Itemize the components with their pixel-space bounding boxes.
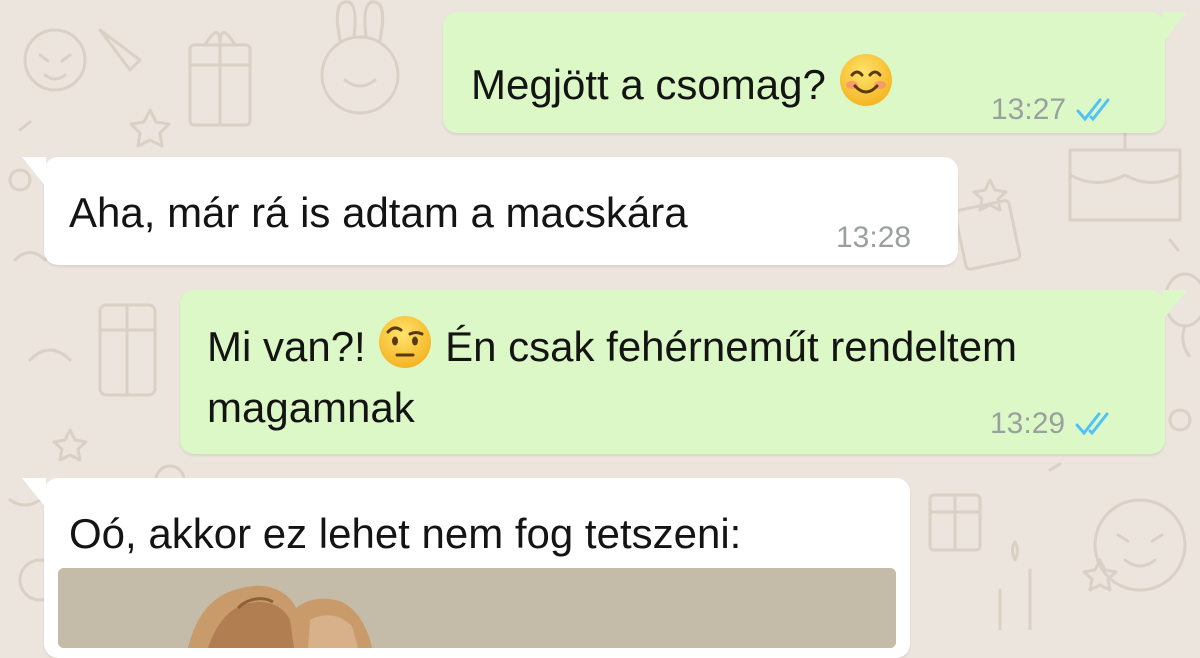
message-text-part: Mi van?! [207,323,366,370]
bubble-tail [1163,290,1187,320]
message-meta: 13:28 [836,212,911,264]
bubble-tail [1163,12,1187,42]
message-text: Aha, már rá is adtam a macskára [69,189,688,236]
double-check-read-icon [1075,411,1115,437]
message-meta: 13:29 [990,398,1115,450]
message-time: 13:29 [990,407,1066,440]
message-text-content: Megjött a csomag? [471,61,826,108]
message-text: Oó, akkor ez lehet nem fog tetszeni: [69,510,742,557]
photo-attachment[interactable] [58,568,896,648]
double-check-read-icon [1076,97,1116,123]
message-time: 13:27 [991,93,1067,126]
outgoing-message[interactable]: Mi van?! Én csak fehérneműt rendeltem ma… [180,290,1187,454]
raised-eyebrow-face-emoji-icon [377,314,433,382]
smiling-face-emoji-icon [838,52,894,120]
incoming-message[interactable]: Aha, már rá is adtam a macskára 13:28 [22,157,958,265]
outgoing-message[interactable]: Megjött a csomag? 13:27 [443,12,1187,136]
bubble-tail [22,478,46,508]
message-meta: 13:27 [991,84,1116,136]
message-text: Megjött a csomag? [471,52,894,120]
cat-photo-image [58,568,896,648]
bubble-tail [22,157,46,187]
message-time: 13:28 [836,221,912,254]
